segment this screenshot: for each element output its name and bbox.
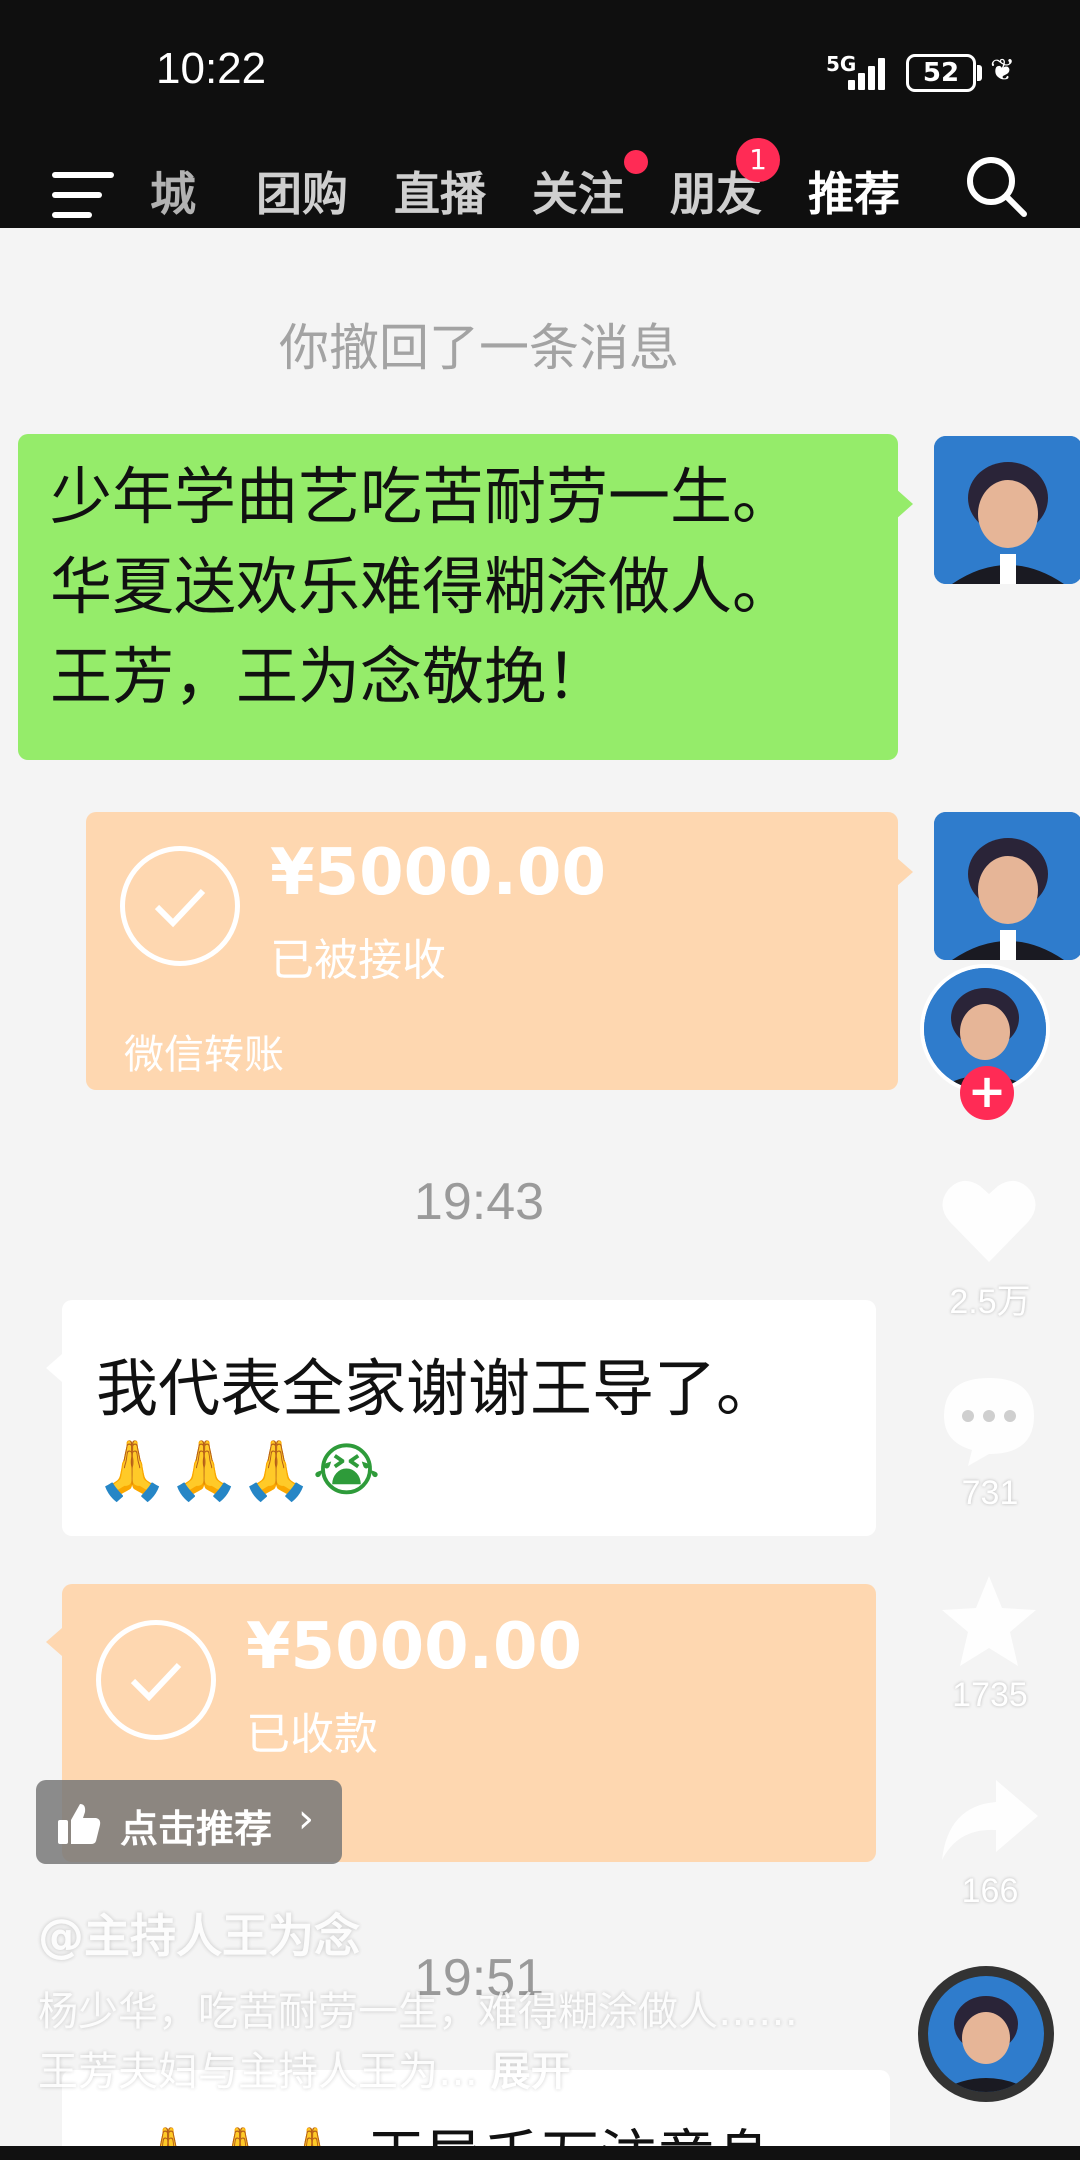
top-nav: 城 团购 直播 关注 朋友 1 推荐	[0, 128, 1080, 244]
bubble-tail	[897, 858, 913, 886]
like-count: 2.5万	[949, 1283, 1031, 1321]
transfer-amount: ¥5000.00	[246, 1610, 583, 1684]
friends-badge: 1	[736, 138, 780, 182]
green-message-bubble: 少年学曲艺吃苦耐劳一生。 华夏送欢乐难得糊涂做人。 王芳，王为念敬挽！	[18, 434, 898, 760]
battery-icon	[977, 65, 982, 81]
expand-link[interactable]: 展开	[491, 2049, 571, 2095]
tab-mall[interactable]: 城	[150, 158, 196, 224]
tab-recommend[interactable]: 推荐	[808, 158, 900, 224]
sender-avatar	[934, 436, 1080, 584]
message-line: 少年学曲艺吃苦耐劳一生。	[50, 460, 795, 533]
bubble-tail	[46, 1628, 62, 1656]
transfer-card: ¥5000.00 已被接收 微信转账	[86, 812, 898, 1090]
recall-notice: 你撤回了一条消息	[279, 319, 679, 377]
following-dot	[624, 150, 648, 174]
check-icon	[96, 1620, 216, 1740]
tab-following[interactable]: 关注	[532, 158, 624, 224]
message-text: 我代表全家谢谢王导了。	[96, 1352, 779, 1425]
leaf-icon: ❦	[990, 53, 1016, 88]
star-icon[interactable]	[934, 1568, 1044, 1678]
thumbs-up-icon	[58, 1804, 101, 1844]
message-line: 王芳，王为念敬挽！	[50, 640, 609, 713]
bubble-tail	[46, 1354, 62, 1382]
share-count: 166	[961, 1872, 1019, 1910]
recommend-button[interactable]: 点击推荐 ›	[36, 1780, 342, 1864]
screen: 10:22 5G 52 ❦ 城 团购 直播 关注 朋友 1 推荐 你撤回了一条消…	[0, 0, 1080, 2160]
follow-button[interactable]: +	[960, 1066, 1014, 1120]
heart-icon[interactable]	[934, 1166, 1044, 1276]
status-bar: 10:22 5G 52 ❦	[0, 0, 1080, 128]
comment-count: 731	[961, 1474, 1019, 1512]
favorite-count: 1735	[952, 1676, 1028, 1714]
status-time: 10:22	[156, 44, 267, 93]
tab-live[interactable]: 直播	[394, 158, 486, 224]
bubble-tail	[895, 488, 913, 520]
description-text: 杨少华，吃苦耐劳一生，难得糊涂做人……王芳夫妇与主持人王为…	[38, 1989, 798, 2095]
sender-avatar	[934, 812, 1080, 960]
video-description[interactable]: 杨少华，吃苦耐劳一生，难得糊涂做人……王芳夫妇与主持人王为… 展开	[38, 1982, 798, 2102]
transfer-status: 已被接收	[270, 935, 446, 986]
chevron-right-icon: ›	[298, 1796, 314, 1842]
tab-group-buy[interactable]: 团购	[256, 158, 348, 224]
transfer-amount: ¥5000.00	[270, 836, 607, 910]
search-icon[interactable]	[964, 154, 1028, 218]
menu-icon[interactable]	[52, 172, 114, 218]
white-message-bubble: 我代表全家谢谢王导了。 🙏🙏🙏😭	[62, 1300, 876, 1536]
message-line: 华夏送欢乐难得糊涂做人。	[50, 550, 795, 623]
message-emojis: 🙏🙏🙏😭	[96, 1436, 381, 1504]
comment-icon[interactable]	[934, 1366, 1044, 1476]
message-timestamp: 19:43	[413, 1173, 545, 1231]
video-content[interactable]: 你撤回了一条消息 少年学曲艺吃苦耐劳一生。 华夏送欢乐难得糊涂做人。 王芳，王为…	[0, 228, 1080, 2160]
check-icon	[120, 846, 240, 966]
transfer-status: 已收款	[246, 1709, 378, 1760]
share-icon[interactable]	[934, 1766, 1044, 1876]
music-disc-icon[interactable]	[918, 1966, 1054, 2102]
signal-icon	[848, 56, 892, 90]
author-name[interactable]: @主持人王为念	[38, 1900, 360, 1966]
battery-level: 52	[906, 54, 976, 92]
transfer-brand: 微信转账	[124, 1032, 284, 1078]
bottom-edge	[0, 2146, 1080, 2160]
recommend-label: 点击推荐	[120, 1807, 273, 1851]
